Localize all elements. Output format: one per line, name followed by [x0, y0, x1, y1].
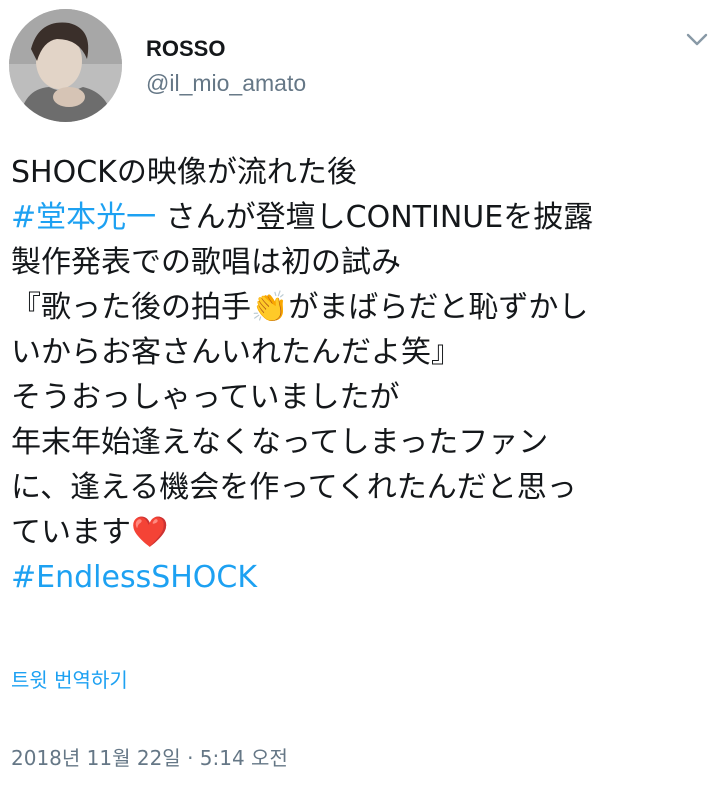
tweet-line: に、逢える機会を作ってくれたんだと思っ — [11, 470, 577, 505]
tweet-line-text: ています — [11, 515, 131, 550]
author-name[interactable]: ROSSO — [146, 36, 225, 62]
tweet-line: 『歌った後の拍手👏がまばらだと恥ずかし — [11, 285, 711, 330]
tweet-line-text: 『歌った後の拍手 — [11, 290, 251, 325]
profile-photo — [9, 9, 122, 122]
tweet-line: いからお客さんいれたんだよ笑』 — [11, 335, 461, 370]
translate-tweet-link[interactable]: 트윗 번역하기 — [11, 664, 128, 693]
tweet-text: SHOCKの映像が流れた後 #堂本光一 さんが登壇しCONTINUEを披露 製作… — [11, 150, 711, 600]
tweet-timestamp[interactable]: 2018년 11월 22일 · 5:14 오전 — [11, 742, 288, 771]
tweet-line: 製作発表での歌唱は初の試み — [11, 245, 401, 280]
tweet-line: #EndlessSHOCK — [11, 555, 711, 600]
tweet-line-text: さんが登壇しCONTINUEを披露 — [156, 200, 594, 235]
tweet-line-text: がまばらだと恥ずかし — [288, 290, 589, 325]
chevron-down-icon[interactable] — [684, 30, 710, 50]
hashtag-link[interactable]: #EndlessSHOCK — [11, 560, 257, 595]
avatar[interactable] — [9, 9, 122, 122]
hashtag-link[interactable]: #堂本光一 — [11, 200, 156, 235]
heart-icon: ❤️ — [131, 515, 169, 550]
author-handle[interactable]: @il_mio_amato — [146, 70, 306, 97]
tweet-line: ています❤️ — [11, 510, 711, 555]
tweet-line: 年末年始逢えなくなってしまったファン — [11, 425, 549, 460]
tweet-line: SHOCKの映像が流れた後 — [11, 155, 357, 190]
tweet-line: #堂本光一 さんが登壇しCONTINUEを披露 — [11, 195, 711, 240]
clapping-hands-icon: 👏 — [251, 290, 289, 325]
tweet-line: そうおっしゃっていましたが — [11, 380, 400, 415]
